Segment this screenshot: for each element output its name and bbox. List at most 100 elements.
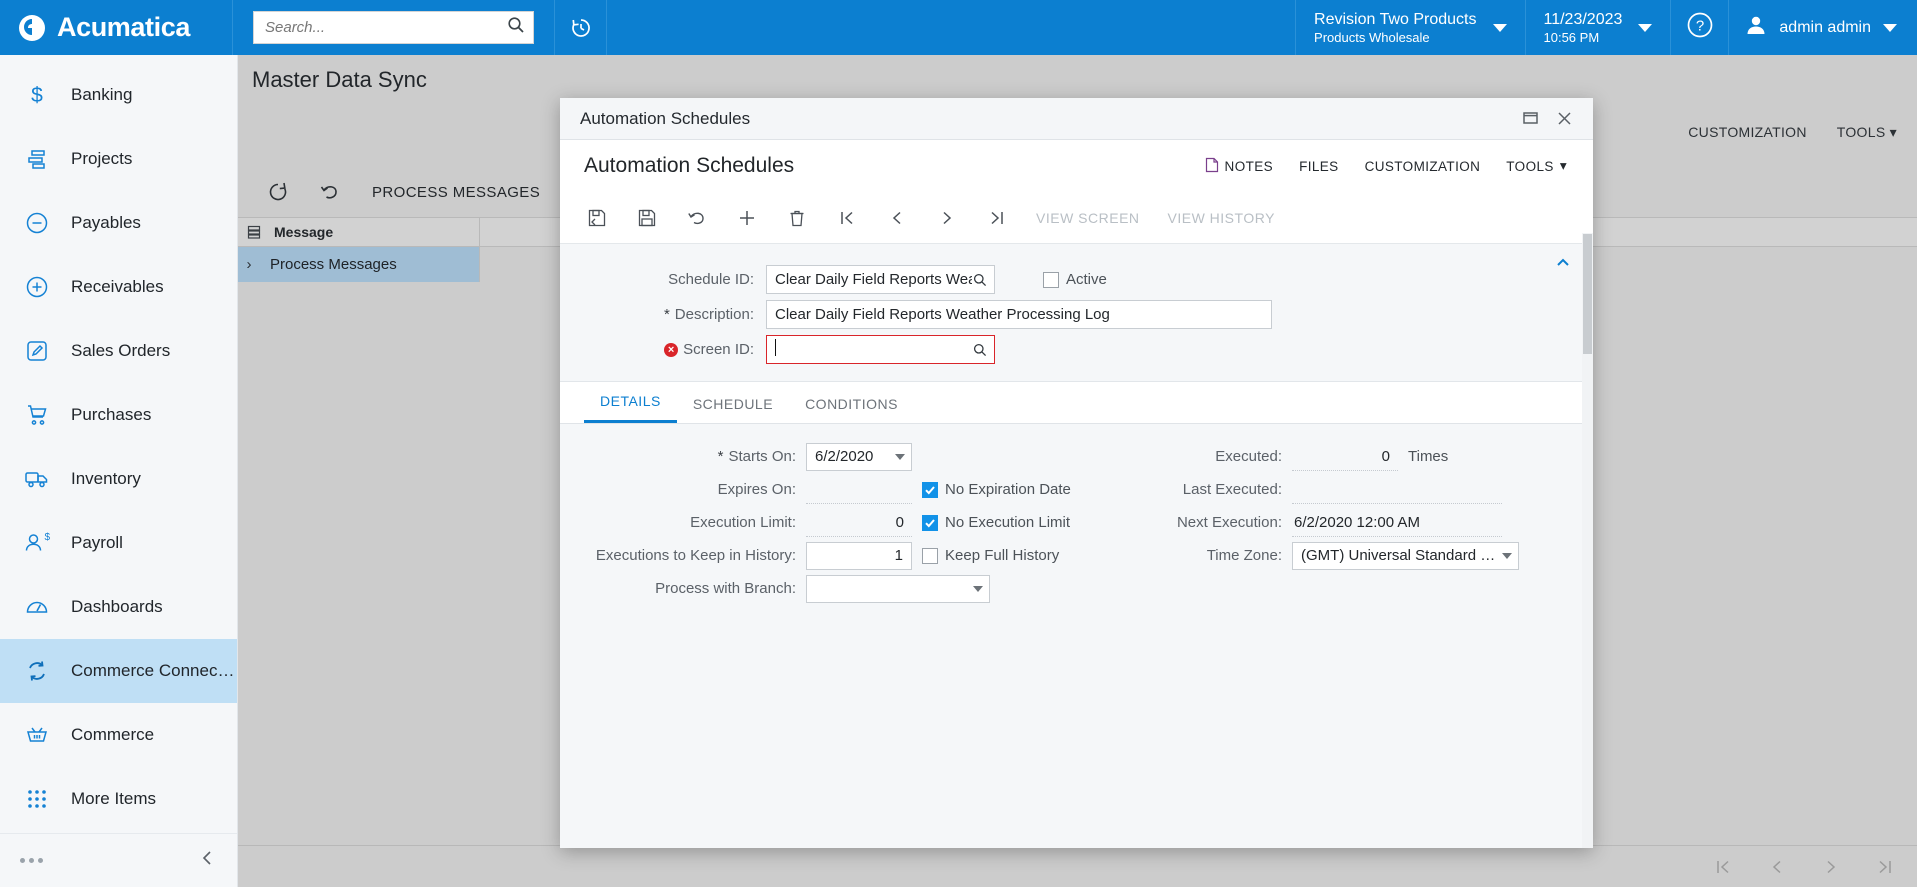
starts-on-value: 6/2/2020 [815,448,874,465]
sidebar-item-commerce[interactable]: Commerce [0,703,237,767]
executed-value: 0 [1292,443,1398,471]
brand-home-link[interactable]: Acumatica [0,0,233,55]
top-header-bar: Acumatica Search... Revision Two Product… [0,0,1917,55]
ellipsis-icon[interactable] [20,858,43,863]
required-star-icon: * [663,306,670,323]
expires-on-value-display [806,476,912,504]
dialog-toolbar: VIEW SCREEN VIEW HISTORY [560,192,1593,244]
files-button[interactable]: FILES [1299,159,1339,174]
undo-icon[interactable] [672,197,722,239]
view-history-button[interactable]: VIEW HISTORY [1154,210,1289,226]
keep-full-history-checkbox-label[interactable]: Keep Full History [922,547,1059,564]
sidebar-item-dashboards[interactable]: Dashboards [0,575,237,639]
help-button[interactable]: ? [1670,0,1728,55]
sidebar-item-more-items[interactable]: More Items [0,767,237,831]
company-selector[interactable]: Revision Two Products Products Wholesale [1295,0,1524,55]
magnifier-icon[interactable] [972,343,988,357]
no-execution-limit-checkbox-label[interactable]: No Execution Limit [922,514,1070,531]
tab-conditions[interactable]: CONDITIONS [789,396,914,423]
tools-button[interactable]: TOOLS ▾ [1506,158,1567,174]
next-page-icon[interactable] [1821,857,1841,877]
user-avatar-icon [1745,14,1767,41]
time-zone-label: Time Zone: [1206,547,1282,564]
dialog-title-bar[interactable]: Automation Schedules [560,98,1593,140]
search-input[interactable] [265,19,507,36]
user-menu[interactable]: admin admin [1728,0,1917,55]
keep-full-history-checkbox[interactable] [922,547,938,564]
screen-id-input[interactable] [766,335,995,364]
table-row[interactable]: › Process Messages [238,247,479,282]
undo-icon[interactable] [304,181,356,203]
starts-on-date-input[interactable]: 6/2/2020 [806,442,912,471]
starts-on-label: * Starts On: [717,448,796,465]
next-record-icon[interactable] [922,197,972,239]
column-settings-icon[interactable] [238,225,262,240]
save-icon[interactable] [622,197,672,239]
recent-history-icon[interactable] [555,0,607,55]
close-icon[interactable] [1547,102,1581,136]
page-status-bar [238,845,1917,887]
page-customization-button[interactable]: CUSTOMIZATION [1688,124,1807,141]
schedule-id-label: Schedule ID: [668,271,754,288]
sidebar-item-commerce-connector[interactable]: Commerce Connec… [0,639,237,703]
no-execution-limit-checkbox[interactable] [922,514,938,531]
chevron-left-icon[interactable] [199,849,215,872]
view-screen-button[interactable]: VIEW SCREEN [1022,210,1154,226]
dialog-scrollbar[interactable] [1582,233,1593,848]
search-icon[interactable] [507,16,525,39]
next-execution-row: Next Execution: 6/2/2020 12:00 AM [1120,506,1590,539]
first-record-icon[interactable] [822,197,872,239]
prev-record-icon[interactable] [872,197,922,239]
process-messages-button[interactable]: PROCESS MESSAGES [356,184,556,201]
tab-details[interactable]: DETAILS [584,393,677,423]
time-zone-select[interactable]: (GMT) Universal Standard … [1292,541,1519,570]
notes-button[interactable]: NOTES [1205,157,1274,176]
next-execution-value: 6/2/2020 12:00 AM [1292,509,1502,537]
sidebar-item-receivables[interactable]: Receivables [0,255,237,319]
minus-circle-icon [22,208,52,238]
sidebar-item-payroll[interactable]: $ Payroll [0,511,237,575]
truck-icon [22,464,52,494]
sidebar-item-purchases[interactable]: Purchases [0,383,237,447]
sidebar-item-projects[interactable]: Projects [0,127,237,191]
active-checkbox-label[interactable]: Active [1043,271,1107,288]
first-page-icon[interactable] [1713,857,1733,877]
customization-button[interactable]: CUSTOMIZATION [1365,159,1481,174]
prev-page-icon[interactable] [1767,857,1787,877]
last-record-icon[interactable] [972,197,1022,239]
sidebar-item-payables[interactable]: Payables [0,191,237,255]
executions-to-keep-input[interactable]: 1 [806,541,912,570]
tab-schedule[interactable]: SCHEDULE [677,396,789,423]
add-new-icon[interactable] [722,197,772,239]
chevron-up-icon[interactable] [1555,256,1571,274]
expires-on-label: Expires On: [717,481,796,498]
chevron-down-icon [1883,23,1897,32]
search-box[interactable] [253,11,534,44]
chevron-right-icon[interactable]: › [238,256,260,273]
active-checkbox[interactable] [1043,271,1059,288]
sidebar-item-sales-orders[interactable]: Sales Orders [0,319,237,383]
no-expiration-date-checkbox[interactable] [922,481,938,498]
svg-text:?: ? [1696,18,1704,35]
save-and-close-icon[interactable] [572,197,622,239]
last-page-icon[interactable] [1875,857,1895,877]
executed-row: Executed: 0 Times [1120,440,1590,473]
process-with-branch-select[interactable] [806,574,990,603]
automation-schedules-dialog: Automation Schedules Automation Schedule… [560,98,1593,848]
business-date-selector[interactable]: 11/23/2023 10:56 PM [1524,0,1671,55]
sidebar-item-banking[interactable]: $ Banking [0,63,237,127]
schedule-id-input[interactable]: Clear Daily Field Reports Wea [766,265,995,294]
schedule-id-value: Clear Daily Field Reports Wea [775,271,972,288]
restore-window-icon[interactable] [1513,102,1547,136]
description-input[interactable]: Clear Daily Field Reports Weather Proces… [766,300,1272,329]
refresh-icon[interactable] [252,181,304,203]
shopping-cart-icon [22,400,52,430]
app-root: Acumatica Search... Revision Two Product… [0,0,1917,887]
sidebar-item-inventory[interactable]: Inventory [0,447,237,511]
delete-icon[interactable] [772,197,822,239]
description-value: Clear Daily Field Reports Weather Proces… [775,306,1110,323]
page-tools-button[interactable]: TOOLS ▾ [1837,124,1897,141]
schedule-summary-form: Schedule ID: Clear Daily Field Reports W… [560,244,1593,382]
no-expiration-date-checkbox-label[interactable]: No Expiration Date [922,481,1071,498]
magnifier-icon[interactable] [972,273,988,287]
